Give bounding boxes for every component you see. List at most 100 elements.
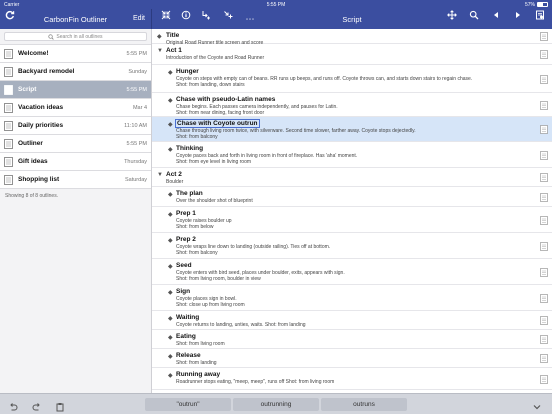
- outline-list-item[interactable]: Welcome! 5:55 PM: [0, 45, 151, 63]
- row-title[interactable]: Eating: [176, 333, 196, 340]
- outline-row[interactable]: ▼ Act 2 Boulder: [152, 168, 552, 187]
- search-button[interactable]: [468, 9, 480, 29]
- outline-row[interactable]: ◆ Chase with pseudo-Latin names Chase begi…: [152, 93, 552, 117]
- row-title[interactable]: Thinking: [176, 145, 203, 152]
- bullet-diamond-icon[interactable]: ◆: [168, 97, 173, 104]
- note-icon[interactable]: [540, 374, 548, 384]
- row-title-editor[interactable]: Chase with Coyote outrun: [175, 119, 260, 128]
- bullet-diamond-icon[interactable]: ◆: [168, 315, 173, 322]
- note-icon[interactable]: [540, 125, 548, 134]
- clock: 5:55 PM: [266, 1, 286, 8]
- document-icon: [4, 48, 13, 59]
- row-title[interactable]: Act 2: [166, 171, 182, 178]
- row-title[interactable]: Hunger: [176, 68, 199, 75]
- sync-button[interactable]: [4, 9, 16, 29]
- redo-button[interactable]: [32, 399, 42, 411]
- move-button[interactable]: [446, 9, 458, 29]
- undo-button[interactable]: [8, 399, 18, 411]
- outline-row[interactable]: ◆ Chase with Coyote outrun Chase through l…: [152, 117, 552, 142]
- outline-row[interactable]: ▼ Act 1 Introduction of the Coyote and Roa…: [152, 44, 552, 65]
- note-icon[interactable]: [540, 293, 548, 303]
- outline-list-item[interactable]: Shopping list Saturday: [0, 171, 151, 189]
- note-icon[interactable]: [540, 267, 548, 277]
- outline-row[interactable]: ◆ Title Original Road Runner title screen …: [152, 29, 552, 46]
- add-child-button[interactable]: [200, 9, 212, 29]
- outline-list-item[interactable]: Outliner 5:55 PM: [0, 135, 151, 153]
- suggestion-2[interactable]: outrunning: [233, 398, 319, 411]
- hide-keyboard-button[interactable]: [532, 399, 542, 410]
- main-navbar: ⋯ Script: [152, 9, 552, 29]
- note-icon[interactable]: [540, 215, 548, 225]
- outline-list-item[interactable]: Backyard remodel Sunday: [0, 63, 151, 81]
- bullet-diamond-icon[interactable]: ◆: [157, 33, 162, 40]
- row-title[interactable]: Release: [176, 352, 201, 359]
- note-icon[interactable]: [540, 173, 548, 182]
- paste-button[interactable]: [55, 399, 65, 412]
- row-note: Coyote places sign in bowl.: [176, 296, 237, 302]
- bullet-diamond-icon[interactable]: ◆: [168, 289, 173, 296]
- bullet-diamond-icon[interactable]: ◆: [168, 191, 173, 198]
- row-title[interactable]: Running away: [176, 371, 220, 378]
- outline-row[interactable]: ◆ Eating Shot: from living room: [152, 330, 552, 349]
- note-icon[interactable]: [540, 100, 548, 110]
- note-icon[interactable]: [540, 354, 548, 363]
- bullet-diamond-icon[interactable]: ◆: [168, 263, 173, 270]
- outline-row[interactable]: ◆ Release Shot: from landing: [152, 349, 552, 368]
- outline-row[interactable]: ◆ Waiting Coyote returns to landing, untie…: [152, 311, 552, 330]
- outline-row[interactable]: ◆ Prep 1 Coyote raises boulder up Shot: fro…: [152, 207, 552, 233]
- outline-row[interactable]: ◆ Sign Coyote places sign in bowl. Shot: cl…: [152, 285, 552, 311]
- bullet-diamond-icon[interactable]: ◆: [168, 353, 173, 360]
- collapse-button[interactable]: [160, 9, 172, 29]
- note-icon[interactable]: [540, 150, 548, 160]
- bullet-diamond-icon[interactable]: ◆: [168, 372, 173, 379]
- note-icon[interactable]: [540, 316, 548, 325]
- bullet-diamond-icon[interactable]: ◆: [168, 121, 173, 128]
- row-title[interactable]: Chase with pseudo-Latin names: [176, 96, 275, 103]
- row-title[interactable]: The plan: [176, 190, 203, 197]
- previous-button[interactable]: [490, 9, 502, 29]
- search-input[interactable]: Search in all outlines: [4, 32, 147, 41]
- note-icon[interactable]: [540, 32, 548, 41]
- outline-list-item[interactable]: Vacation ideas Mar 4: [0, 99, 151, 117]
- outline-list-item[interactable]: Script 5:55 PM: [0, 81, 151, 99]
- row-title[interactable]: Act 1: [166, 47, 182, 54]
- note-icon[interactable]: [540, 50, 548, 59]
- more-button[interactable]: ⋯: [244, 10, 256, 28]
- outline-row[interactable]: ◆ Thinking Coyote paces back and forth in …: [152, 142, 552, 168]
- row-title[interactable]: Waiting: [176, 314, 199, 321]
- disclosure-triangle-icon[interactable]: ▼: [157, 48, 163, 54]
- bullet-diamond-icon[interactable]: ◆: [168, 237, 173, 244]
- row-title[interactable]: Sign: [176, 288, 190, 295]
- sidebar-navbar: CarbonFin Outliner Edit: [0, 9, 152, 29]
- more-icon: ⋯: [245, 14, 255, 24]
- outline-row[interactable]: ◆ The plan Over the shoulder shot of bluep…: [152, 187, 552, 207]
- bullet-diamond-icon[interactable]: ◆: [168, 69, 173, 76]
- bullet-diamond-icon[interactable]: ◆: [168, 211, 173, 218]
- edit-button[interactable]: Edit: [133, 9, 145, 29]
- undo-icon: [10, 403, 18, 411]
- outline-list-item[interactable]: Gift ideas Thursday: [0, 153, 151, 171]
- row-title[interactable]: Title: [166, 32, 179, 39]
- next-button[interactable]: [512, 9, 524, 29]
- outline-row[interactable]: ◆ Running away Roadrunner stops eating, "m…: [152, 368, 552, 390]
- note-button[interactable]: [180, 9, 192, 29]
- row-title[interactable]: Prep 2: [176, 236, 196, 243]
- outline-row[interactable]: ◆ Hunger Coyote on steps with empty can of…: [152, 65, 552, 93]
- disclosure-triangle-icon[interactable]: ▼: [157, 172, 163, 178]
- row-title[interactable]: Seed: [176, 262, 192, 269]
- bullet-diamond-icon[interactable]: ◆: [168, 146, 173, 153]
- note-icon[interactable]: [540, 192, 548, 202]
- outline-list-item[interactable]: Daily priorities 11:10 AM: [0, 117, 151, 135]
- outline-date: Mar 4: [132, 104, 147, 111]
- bullet-diamond-icon[interactable]: ◆: [168, 334, 173, 341]
- note-icon[interactable]: [540, 335, 548, 344]
- note-icon[interactable]: [540, 241, 548, 251]
- suggestion-1[interactable]: "outrun": [145, 398, 231, 411]
- note-icon[interactable]: [540, 74, 548, 84]
- outline-row[interactable]: ◆ Prep 2 Coyote wraps line down to landing…: [152, 233, 552, 259]
- suggestion-3[interactable]: outruns: [321, 398, 407, 411]
- settings-button[interactable]: [534, 9, 546, 29]
- outline-row[interactable]: ◆ Seed Coyote enters with bird seed, place…: [152, 259, 552, 285]
- add-sibling-button[interactable]: [222, 9, 234, 29]
- row-title[interactable]: Prep 1: [176, 210, 196, 217]
